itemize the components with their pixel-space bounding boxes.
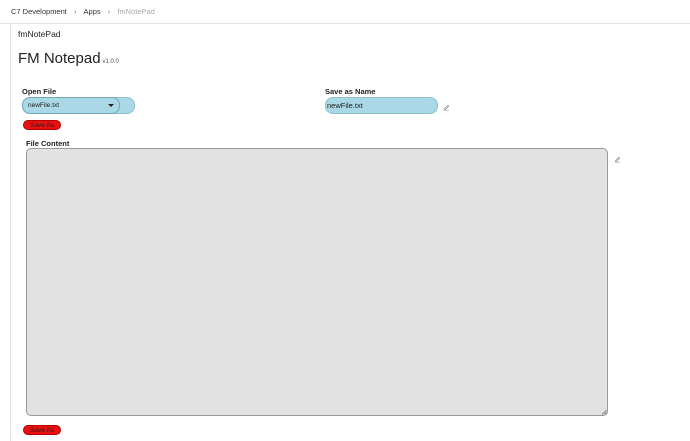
version-label: v1.0.0 [102, 59, 119, 65]
breadcrumb-item-apps[interactable]: Apps [84, 7, 101, 16]
breadcrumb-separator: › [107, 7, 111, 16]
pencil-icon[interactable] [443, 104, 450, 111]
page-title: FM Notepad v1.0.0 [18, 50, 119, 67]
open-file-label: Open File [22, 87, 57, 96]
breadcrumb-separator: › [73, 7, 77, 16]
caret-down-icon [108, 104, 114, 107]
save-as-button-top[interactable]: Save As [23, 120, 61, 130]
file-content-label: File Content [26, 139, 70, 148]
save-as-button-bottom[interactable]: Save As [23, 425, 61, 435]
resize-handle-icon[interactable] [601, 409, 607, 415]
open-file-select[interactable]: newFile.txt [22, 97, 120, 114]
save-as-name-input[interactable] [325, 97, 438, 114]
file-content-textarea[interactable] [26, 148, 608, 416]
pencil-icon[interactable] [614, 156, 621, 163]
breadcrumb-item-current: fmNotePad [117, 7, 155, 16]
open-file-selected-value: newFile.txt [28, 102, 60, 109]
breadcrumb-item-c7-development[interactable]: C7 Development [11, 7, 67, 16]
title-text: FM Notepad [18, 50, 101, 67]
app-name: fmNotePad [18, 29, 61, 39]
breadcrumb: C7 Development › Apps › fmNotePad [0, 0, 690, 24]
save-as-name-label: Save as Name [325, 87, 376, 96]
